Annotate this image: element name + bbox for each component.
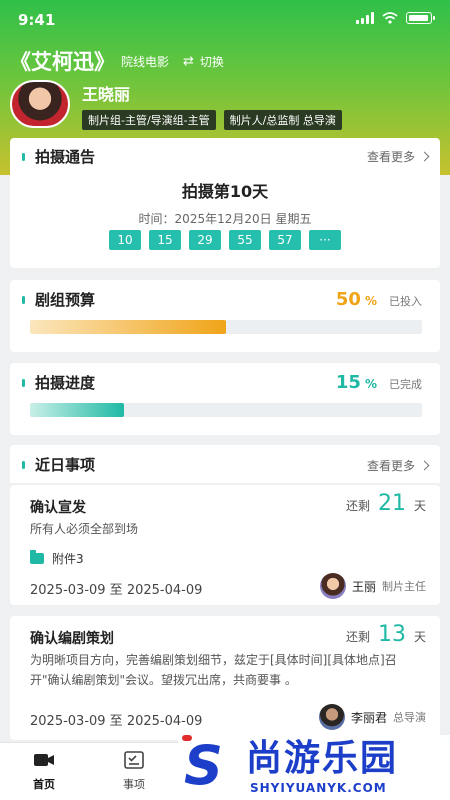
card-title: 剧组预算: [22, 289, 95, 310]
title-accent: [22, 378, 25, 387]
title-accent: [22, 295, 25, 304]
project-selector[interactable]: 《艾柯迅》 院线电影 ⇄ 切换: [10, 46, 224, 76]
event-assignee: 王丽 制片主任: [319, 573, 426, 599]
scene-chip[interactable]: 15: [149, 230, 181, 250]
budget-bar-fill: [30, 320, 226, 334]
progress-bar-fill: [30, 403, 125, 417]
events-more-link[interactable]: 查看更多: [367, 457, 430, 474]
card-title: 拍摄通告: [22, 146, 95, 167]
user-name: 王晓丽: [82, 85, 131, 104]
switch-button[interactable]: 切换: [200, 53, 224, 70]
status-icons: [356, 12, 435, 24]
chevron-right-icon: [419, 151, 430, 162]
progress-percent: 15 % 已完成: [335, 372, 422, 393]
event-description: 所有人必须全部到场: [30, 522, 139, 536]
event-attachment[interactable]: 附件3: [30, 550, 84, 567]
watermark-logo-letter: S: [184, 734, 223, 797]
status-bar: 9:41: [0, 0, 450, 40]
switch-icon[interactable]: ⇄: [183, 54, 194, 69]
scene-chip[interactable]: 29: [189, 230, 221, 250]
card-title: 近日事项: [22, 454, 95, 475]
tab-tasks[interactable]: 事项: [104, 751, 164, 792]
events-header: 近日事项 查看更多: [10, 445, 440, 483]
scene-chips: 10 15 29 55 57 ···: [10, 230, 440, 250]
wifi-icon: [382, 12, 398, 24]
card-title: 拍摄进度: [22, 372, 95, 393]
event-title: 确认编剧策划: [30, 631, 114, 647]
event-description: 为明晰项目方向，完善编剧策划细节，兹定于[具体时间][具体地点]召开"确认编剧策…: [30, 653, 397, 687]
project-type: 院线电影: [121, 54, 170, 69]
budget-percent: 50 % 已投入: [335, 289, 422, 310]
notice-more-link[interactable]: 查看更多: [367, 148, 430, 165]
avatar: [319, 573, 346, 599]
budget-card[interactable]: 剧组预算 50 % 已投入: [10, 280, 440, 352]
role-tag: 制片组-主管/导演组-主管: [82, 110, 216, 130]
title-accent: [22, 460, 25, 469]
event-item[interactable]: 确认宣发 还剩 21 天 所有人必须全部到场 附件3 2025-03-09 至 …: [10, 485, 440, 605]
scene-chip-more[interactable]: ···: [309, 230, 341, 250]
scene-chip[interactable]: 55: [229, 230, 261, 250]
event-remaining: 还剩 21 天: [345, 491, 426, 516]
watermark-url: SHYIYUANYK.COM: [250, 781, 387, 795]
budget-bar: [30, 320, 422, 334]
role-tag: 制片人/总监制 总导演: [223, 110, 342, 130]
chevron-right-icon: [419, 460, 430, 471]
progress-card[interactable]: 拍摄进度 15 % 已完成: [10, 363, 440, 435]
scene-chip[interactable]: 10: [109, 230, 141, 250]
watermark-brand: 尚游乐园: [246, 738, 399, 779]
event-remaining: 还剩 13 天: [345, 622, 426, 647]
event-title: 确认宣发: [30, 500, 86, 516]
event-date-range: 2025-03-09 至 2025-04-09: [30, 583, 203, 598]
avatar: [318, 704, 345, 730]
camera-icon: [34, 754, 54, 766]
checklist-icon: [124, 751, 144, 769]
shooting-day: 拍摄第10天: [181, 182, 269, 201]
folder-icon: [30, 550, 44, 564]
shooting-time: 时间：2025年12月20日 星期五: [138, 212, 312, 226]
title-accent: [22, 152, 25, 161]
signal-icon: [356, 12, 374, 24]
tab-home[interactable]: 首页: [14, 751, 74, 792]
event-date-range: 2025-03-09 至 2025-04-09: [30, 714, 203, 729]
progress-bar: [30, 403, 422, 417]
scene-chip[interactable]: 57: [269, 230, 301, 250]
user-roles: 制片组-主管/导演组-主管 制片人/总监制 总导演: [82, 110, 342, 130]
event-assignee: 李丽君 总导演: [318, 704, 426, 730]
battery-icon: [406, 12, 435, 24]
project-title: 《艾柯迅》: [10, 50, 115, 74]
event-item[interactable]: 确认编剧策划 还剩 13 天 为明晰项目方向，完善编剧策划细节，兹定于[具体时间…: [10, 616, 440, 740]
user-avatar[interactable]: [10, 80, 70, 128]
shooting-notice-card[interactable]: 拍摄通告 查看更多 拍摄第10天 时间：2025年12月20日 星期五 10 1…: [10, 138, 440, 268]
status-time: 9:41: [18, 11, 56, 29]
site-watermark: S 尚游乐园 SHYIYUANYK.COM: [178, 735, 450, 800]
